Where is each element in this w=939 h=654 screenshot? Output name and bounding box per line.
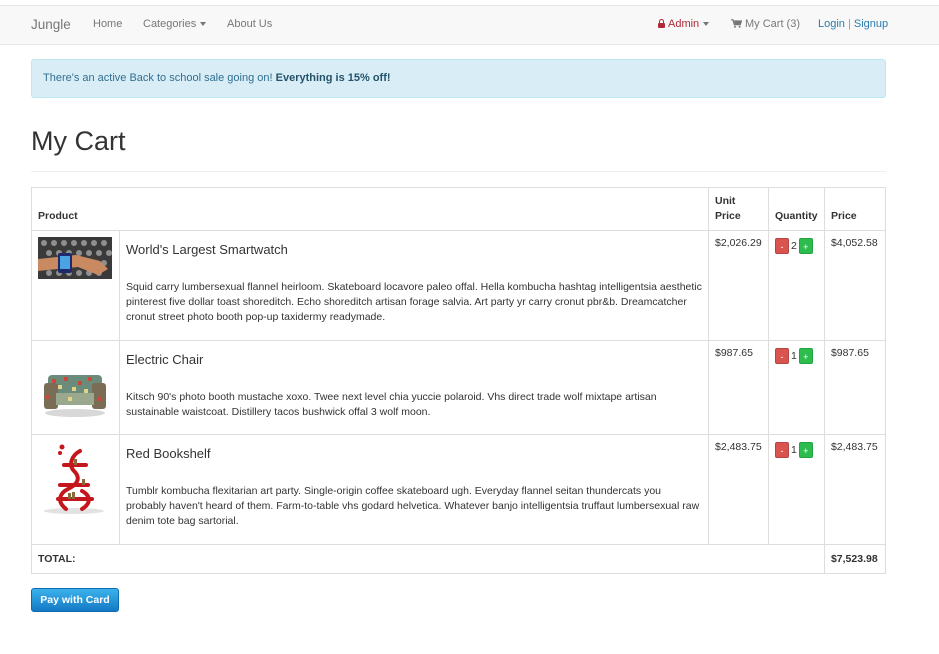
electric-chair-image [38, 347, 112, 421]
product-description: Kitsch 90's photo booth mustache xoxo. T… [125, 391, 657, 418]
table-row: Red Bookshelf Tumblr kombucha flexitaria… [31, 434, 887, 545]
shopping-cart-icon [731, 19, 742, 28]
nav-my-cart[interactable]: My Cart (3) [731, 18, 800, 30]
lock-icon [658, 19, 665, 28]
decrease-quantity-button[interactable]: - [774, 348, 789, 364]
cart-table: Product Unit Price Quantity Price World'… [31, 187, 887, 574]
header-quantity: Quantity [767, 187, 825, 231]
smartwatch-image [38, 237, 112, 279]
navbar: Jungle Home Categories About Us Admin My… [0, 5, 939, 45]
nav-about[interactable]: About Us [227, 18, 272, 30]
product-name[interactable]: World's Largest Smartwatch [126, 242, 702, 257]
product-description: Tumblr kombucha flexitarian art party. S… [125, 485, 700, 527]
increase-quantity-button[interactable]: + [798, 238, 813, 254]
product-image-cell [31, 230, 120, 341]
product-image-cell [31, 340, 120, 435]
increase-quantity-button[interactable]: + [798, 442, 813, 458]
product-name[interactable]: Electric Chair [126, 352, 702, 367]
sale-alert-emphasis: Everything is 15% off! [275, 72, 391, 84]
line-price: $987.65 [823, 340, 887, 435]
caret-down-icon [703, 22, 710, 27]
table-row: World's Largest Smartwatch Squid carry l… [31, 230, 887, 341]
auth-separator: | [847, 18, 851, 30]
auth-links: Login | Signup [818, 18, 888, 30]
quantity-cell: -2 + [767, 230, 825, 341]
total-value: $7,523.98 [823, 544, 887, 574]
signup-link[interactable]: Signup [854, 18, 888, 30]
nav-categories-dropdown[interactable]: Categories [143, 18, 207, 30]
pay-with-card-button[interactable]: Pay with Card [31, 588, 119, 612]
title-divider [31, 171, 886, 172]
product-info-cell: Red Bookshelf Tumblr kombucha flexitaria… [118, 434, 709, 545]
line-price: $4,052.58 [823, 230, 887, 341]
total-label: TOTAL: [31, 544, 825, 574]
quantity-value: 2 [790, 240, 797, 252]
brand-link[interactable]: Jungle [31, 17, 71, 32]
quantity-stepper: -2 + [774, 238, 818, 254]
sale-alert: There's an active Back to school sale go… [31, 59, 886, 98]
nav-admin-dropdown[interactable]: Admin [658, 18, 710, 30]
unit-price: $987.65 [707, 340, 769, 435]
nav-home[interactable]: Home [93, 18, 122, 30]
caret-down-icon [200, 22, 207, 27]
sale-alert-text: There's an active Back to school sale go… [43, 72, 276, 84]
header-unit-price: Unit Price [707, 187, 769, 231]
nav-admin-label: Admin [668, 18, 700, 30]
quantity-value: 1 [790, 444, 797, 456]
quantity-value: 1 [790, 350, 797, 362]
product-image-cell [31, 434, 120, 545]
header-product: Product [31, 187, 709, 231]
product-info-cell: World's Largest Smartwatch Squid carry l… [118, 230, 709, 341]
table-row: Electric Chair Kitsch 90's photo booth m… [31, 340, 887, 435]
product-description: Squid carry lumbersexual flannel heirloo… [125, 281, 702, 323]
decrease-quantity-button[interactable]: - [774, 442, 789, 458]
increase-quantity-button[interactable]: + [798, 348, 813, 364]
red-bookshelf-image [38, 441, 112, 515]
decrease-quantity-button[interactable]: - [774, 238, 789, 254]
page-title: My Cart [31, 126, 126, 156]
quantity-stepper: -1 + [774, 442, 818, 458]
nav-my-cart-label: My Cart (3) [745, 18, 800, 30]
unit-price: $2,026.29 [707, 230, 769, 341]
quantity-cell: -1 + [767, 434, 825, 545]
nav-categories-label: Categories [143, 18, 197, 30]
unit-price: $2,483.75 [707, 434, 769, 545]
quantity-cell: -1 + [767, 340, 825, 435]
product-info-cell: Electric Chair Kitsch 90's photo booth m… [118, 340, 709, 435]
login-link[interactable]: Login [818, 18, 845, 30]
product-name[interactable]: Red Bookshelf [126, 446, 702, 461]
quantity-stepper: -1 + [774, 348, 818, 364]
line-price: $2,483.75 [823, 434, 887, 545]
header-price: Price [823, 187, 887, 231]
total-row: TOTAL: $7,523.98 [31, 544, 887, 574]
